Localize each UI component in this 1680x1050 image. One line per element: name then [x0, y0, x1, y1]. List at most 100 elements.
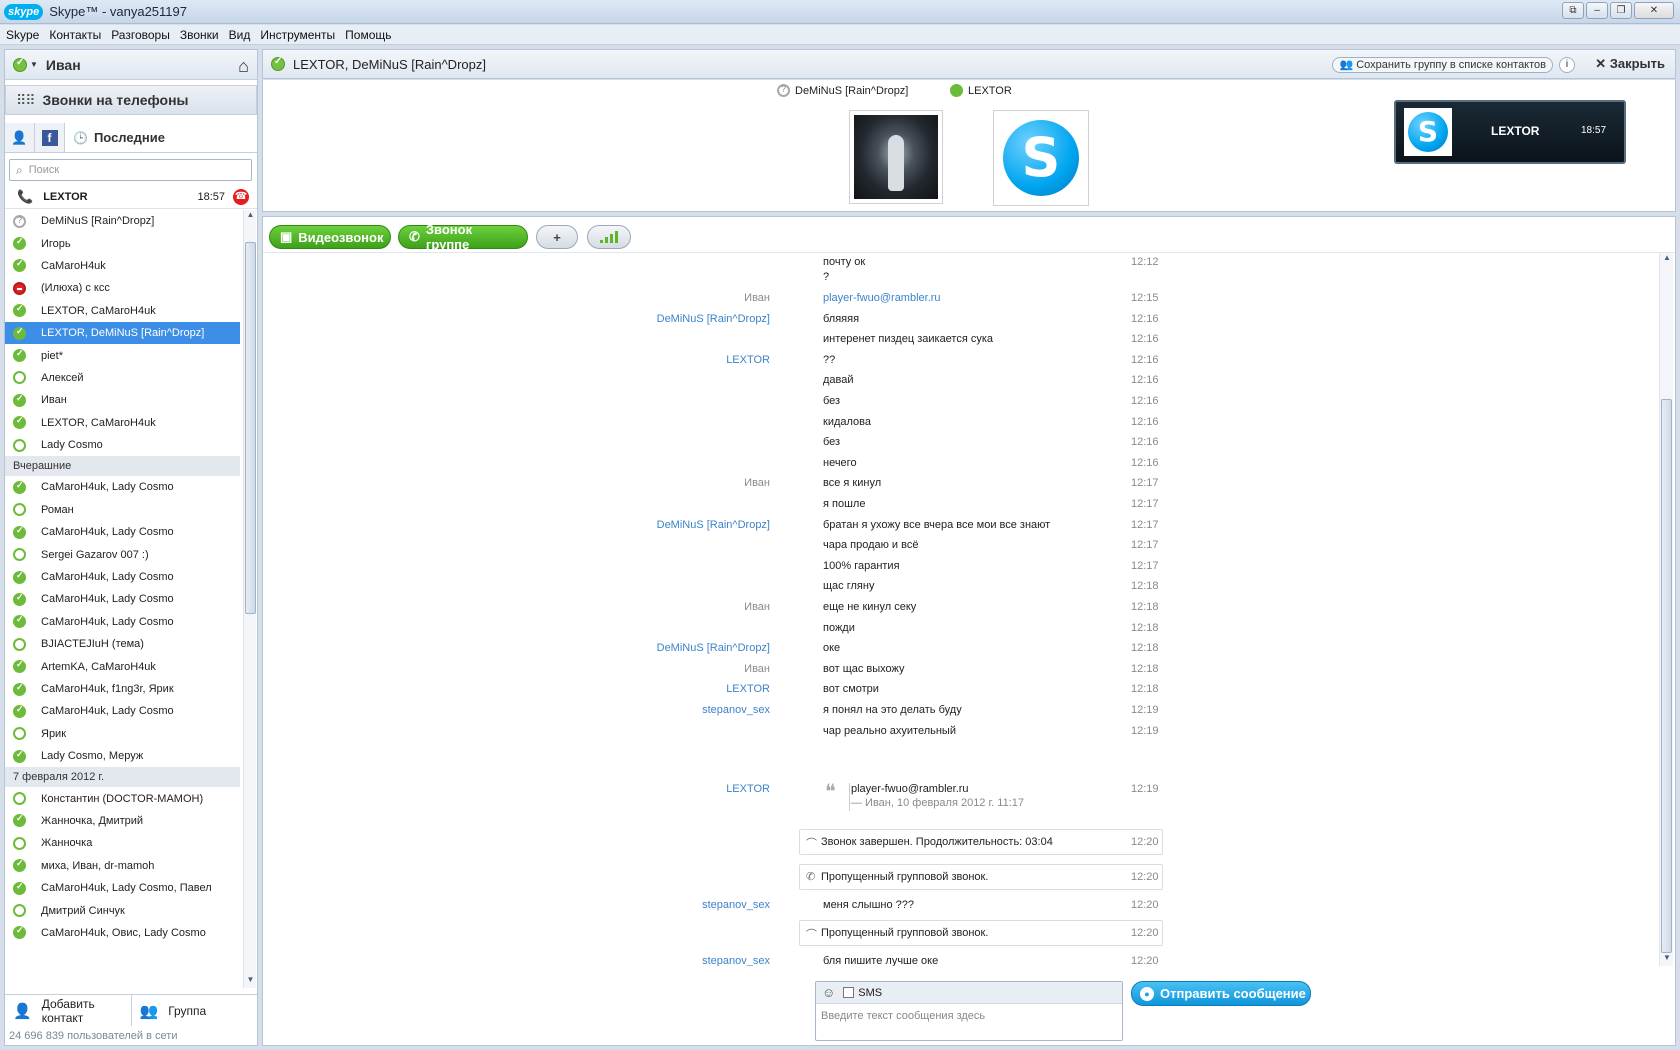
list-item[interactable]: CaMaroH4uk, Lady Cosmo: [5, 700, 240, 722]
sms-checkbox[interactable]: [843, 987, 855, 998]
message-sender[interactable]: DeMiNuS [Rain^Dropz]: [657, 642, 770, 654]
message-sender[interactable]: Иван: [744, 601, 770, 613]
call-quality-button[interactable]: [587, 225, 631, 249]
list-item[interactable]: Жанночка, Дмитрий: [5, 810, 240, 832]
message-sender[interactable]: DeMiNuS [Rain^Dropz]: [657, 313, 770, 325]
scroll-down-icon[interactable]: ▼: [1660, 953, 1674, 966]
list-item[interactable]: CaMaroH4uk: [5, 255, 240, 277]
message-sender[interactable]: stepanov_sex: [702, 899, 770, 911]
menu-skype[interactable]: Skype: [6, 28, 39, 42]
group-call-button[interactable]: ✆ Звонок группе: [398, 222, 528, 252]
list-item[interactable]: CaMaroH4uk, Lady Cosmo, Павел: [5, 877, 240, 899]
user-status-bar[interactable]: ▼ Иван ⌂: [5, 50, 257, 80]
list-item[interactable]: CaMaroH4uk, Lady Cosmo: [5, 566, 240, 588]
message-sender[interactable]: Иван: [744, 292, 770, 304]
message-time: 12:16: [1131, 456, 1159, 469]
add-contact-button[interactable]: 👤 Добавить контакт: [5, 995, 132, 1026]
minimize-button[interactable]: –: [1586, 2, 1608, 19]
scrollbar-thumb[interactable]: [245, 242, 256, 614]
list-item[interactable]: CaMaroH4uk, Lady Cosmo: [5, 588, 240, 610]
list-item[interactable]: Lady Cosmo, Меруж: [5, 745, 240, 767]
call-toolbar: ▣ Видеозвонок ✆ Звонок группе +: [263, 217, 1675, 253]
online-status-icon[interactable]: [13, 57, 27, 72]
avatar[interactable]: [849, 110, 943, 204]
list-item[interactable]: LEXTOR, DeMiNuS [Rain^Dropz]: [5, 321, 240, 345]
message-sender[interactable]: Иван: [744, 663, 770, 675]
scroll-up-icon[interactable]: ▲: [1660, 253, 1674, 266]
list-item[interactable]: LEXTOR, CaMaroH4uk: [5, 300, 240, 322]
menu-view[interactable]: Вид: [229, 28, 251, 42]
menu-calls[interactable]: Звонки: [180, 28, 219, 42]
avatar[interactable]: S: [993, 110, 1089, 206]
chat-scrollbar[interactable]: ▲ ▼: [1659, 253, 1673, 966]
create-group-button[interactable]: 👥 Группа: [132, 995, 258, 1026]
menu-contacts[interactable]: Контакты: [49, 28, 101, 42]
list-item[interactable]: LEXTOR, CaMaroH4uk: [5, 412, 240, 434]
message-sender[interactable]: stepanov_sex: [702, 955, 770, 966]
send-message-button[interactable]: ● Отправить сообщение: [1131, 981, 1311, 1006]
tab-facebook[interactable]: f: [35, 123, 65, 152]
list-item[interactable]: CaMaroH4uk, Овис, Lady Cosmo: [5, 922, 240, 944]
message-sender[interactable]: LEXTOR: [726, 783, 770, 795]
scrollbar-thumb[interactable]: [1661, 399, 1672, 953]
list-item[interactable]: Дмитрий Синчук: [5, 899, 240, 921]
message-sender[interactable]: LEXTOR: [726, 354, 770, 366]
list-item[interactable]: CaMaroH4uk, f1ng3r, Ярик: [5, 678, 240, 700]
message-time: 12:18: [1131, 621, 1159, 634]
video-call-button[interactable]: ▣ Видеозвонок: [269, 225, 391, 249]
menu-conversations[interactable]: Разговоры: [111, 28, 170, 42]
contact-status-icon: [13, 836, 26, 850]
maximize-button[interactable]: ❐: [1610, 2, 1632, 19]
close-conversation-button[interactable]: ✕ Закрыть: [1595, 56, 1665, 72]
active-call-row[interactable]: 📞 LEXTOR 18:57 ☎: [5, 185, 257, 209]
list-item[interactable]: Игорь: [5, 232, 240, 254]
call-phones-button[interactable]: ⠿⠿ Звонки на телефоны: [5, 85, 257, 115]
list-item[interactable]: Lady Cosmo: [5, 434, 240, 456]
message-row: чар реально ахуительный 12:19: [263, 725, 1659, 741]
scroll-up-icon[interactable]: ▲: [244, 210, 257, 223]
message-input[interactable]: Введите текст сообщения здесь: [816, 1004, 1122, 1028]
hang-up-icon[interactable]: ☎: [233, 188, 249, 205]
add-button[interactable]: +: [536, 225, 578, 249]
list-item[interactable]: Константин (DOCTOR-MAMOH): [5, 787, 240, 809]
message-text[interactable]: player-fwuo@rambler.ru: [823, 292, 941, 304]
participant-deminus[interactable]: DeMiNuS [Rain^Dropz]: [777, 84, 908, 97]
close-window-button[interactable]: ✕: [1634, 2, 1674, 19]
emoticon-icon[interactable]: ☺: [822, 985, 835, 1000]
tab-contacts[interactable]: 👤: [5, 123, 35, 152]
list-item[interactable]: Ярик: [5, 723, 240, 745]
list-item[interactable]: Sergei Gazarov 007 :): [5, 543, 240, 565]
list-item[interactable]: ArtemKA, CaMaroH4uk: [5, 655, 240, 677]
message-sender[interactable]: Иван: [744, 477, 770, 489]
list-item[interactable]: Жанночка: [5, 832, 240, 854]
contacts-scrollbar[interactable]: ▲ ▼: [243, 210, 256, 988]
list-item[interactable]: BJIACTEJIuH (тема): [5, 633, 240, 655]
info-icon[interactable]: i: [1559, 57, 1575, 73]
message-sender[interactable]: DeMiNuS [Rain^Dropz]: [657, 519, 770, 531]
scroll-down-icon[interactable]: ▼: [244, 975, 257, 988]
tab-recent[interactable]: 🕒 Последние: [65, 123, 257, 152]
list-item[interactable]: (Илюха) с ксс: [5, 277, 240, 299]
save-group-button[interactable]: 👥 Сохранить группу в списке контактов: [1332, 57, 1553, 73]
home-icon[interactable]: ⌂: [238, 56, 249, 77]
message-row: без 12:16: [263, 436, 1659, 452]
contact-name: Ярик: [41, 727, 67, 740]
list-item[interactable]: Иван: [5, 389, 240, 411]
list-item[interactable]: piet*: [5, 344, 240, 366]
compact-view-button[interactable]: ⧉: [1562, 2, 1584, 19]
list-item[interactable]: CaMaroH4uk, Lady Cosmo: [5, 611, 240, 633]
list-item[interactable]: Роман: [5, 499, 240, 521]
message-sender[interactable]: stepanov_sex: [702, 704, 770, 716]
menu-tools[interactable]: Инструменты: [260, 28, 335, 42]
list-item[interactable]: Алексей: [5, 367, 240, 389]
call-status-box[interactable]: S LEXTOR 18:57: [1394, 100, 1626, 164]
search-input[interactable]: ⌕ Поиск: [9, 159, 252, 181]
menu-help[interactable]: Помощь: [345, 28, 391, 42]
message-sender[interactable]: LEXTOR: [726, 683, 770, 695]
list-item[interactable]: DeMiNuS [Rain^Dropz]: [5, 210, 240, 232]
list-item[interactable]: CaMaroH4uk, Lady Cosmo: [5, 476, 240, 498]
list-item[interactable]: миха, Иван, dr-mamoh: [5, 855, 240, 877]
chevron-down-icon[interactable]: ▼: [30, 60, 38, 69]
list-item[interactable]: CaMaroH4uk, Lady Cosmo: [5, 521, 240, 543]
participant-lextor[interactable]: LEXTOR: [950, 84, 1012, 97]
